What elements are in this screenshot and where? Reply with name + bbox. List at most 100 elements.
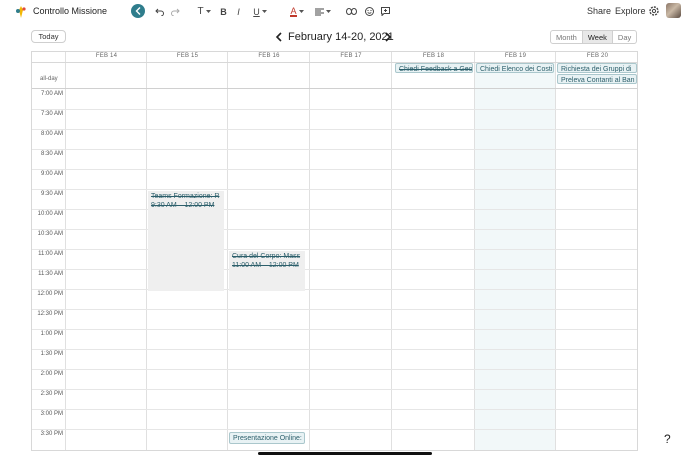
allday-event[interactable]: Chiedi Feedback a Geo <box>395 63 473 73</box>
day-header: FEB 19 <box>504 53 527 59</box>
day-header: FEB 18 <box>422 53 445 59</box>
grid-line <box>309 52 310 450</box>
avatar[interactable] <box>666 3 681 18</box>
time-label: 9:30 AM <box>40 191 63 197</box>
document-title[interactable]: Controllo Missione <box>33 6 107 16</box>
time-label: 11:30 AM <box>38 271 63 277</box>
grid-line <box>391 52 392 450</box>
date-range-title: February 14-20, 2021 <box>288 31 394 43</box>
today-button[interactable]: Today <box>31 30 66 43</box>
view-day-button[interactable]: Day <box>611 31 636 43</box>
italic-button[interactable]: I <box>235 5 242 18</box>
explore-button[interactable]: Explore <box>615 6 646 16</box>
underline-dropdown[interactable]: U <box>251 5 269 18</box>
gear-icon[interactable] <box>648 5 660 17</box>
today-column-highlight <box>475 62 556 450</box>
align-dropdown[interactable] <box>314 5 332 18</box>
chevron-down-icon <box>261 9 267 13</box>
grid-line <box>32 128 637 130</box>
event-title: Cura del Corpo: Mass <box>232 253 301 260</box>
grid-line <box>32 168 637 170</box>
grid-line <box>474 52 475 450</box>
chevron-down-icon <box>298 9 304 13</box>
time-label: 2:00 PM <box>40 371 63 377</box>
time-label: 7:00 AM <box>40 91 63 97</box>
share-button[interactable]: Share <box>587 6 611 16</box>
time-label: 1:30 PM <box>40 351 63 357</box>
day-header: FEB 17 <box>340 53 362 59</box>
calendar-event[interactable]: Presentazione Online: <box>229 432 305 444</box>
time-label: 1:00 PM <box>40 331 63 337</box>
grid-line <box>32 368 637 370</box>
grid-line <box>32 428 637 430</box>
view-month-button[interactable]: Month <box>551 31 582 43</box>
link-icon <box>346 8 357 15</box>
chevron-right-icon[interactable] <box>384 32 392 42</box>
grid-line <box>32 228 637 230</box>
calendar-event[interactable]: Cura del Corpo: Mass 11:00 AM – 12:00 PM <box>229 251 305 291</box>
grid-line <box>32 248 637 250</box>
app-logo-icon <box>16 6 26 18</box>
time-label: 9:00 AM <box>40 171 63 177</box>
grid-line <box>32 388 637 390</box>
event-time: 9:30 AM – 12:00 PM <box>151 202 215 209</box>
event-title: Teams Formazione: R <box>151 193 220 200</box>
grid-line <box>32 268 637 270</box>
grid-line <box>555 52 556 450</box>
redo-button[interactable] <box>170 5 180 18</box>
week-grid: FEB 14 FEB 15 FEB 16 FEB 17 FEB 18 FEB 1… <box>31 51 638 451</box>
comment-button[interactable] <box>380 5 390 18</box>
grid-line <box>32 148 637 150</box>
day-header: FEB 20 <box>586 53 609 59</box>
allday-event[interactable]: Chiedi Elenco dei Costi <box>476 63 554 73</box>
allday-event[interactable]: Richiesta dei Gruppi di <box>557 63 637 73</box>
grid-line <box>32 108 637 110</box>
chevron-left-icon <box>135 7 141 15</box>
undo-icon <box>154 8 164 16</box>
grid-line <box>227 52 228 450</box>
grid-line <box>32 308 637 310</box>
text-color-dropdown[interactable]: A <box>288 5 306 18</box>
view-week-button[interactable]: Week <box>581 31 612 43</box>
chevron-down-icon <box>326 9 331 13</box>
grid-line <box>32 188 637 190</box>
undo-button[interactable] <box>154 5 164 18</box>
collapse-sidebar-button[interactable] <box>131 4 145 18</box>
comment-icon <box>380 7 390 16</box>
grid-line <box>32 288 637 290</box>
time-label: 8:30 AM <box>40 151 63 157</box>
calendar-event[interactable]: Teams Formazione: R 9:30 AM – 12:00 PM <box>148 191 224 291</box>
grid-line <box>146 52 147 450</box>
time-label: 12:30 PM <box>37 311 63 317</box>
help-button[interactable]: ? <box>664 432 671 446</box>
time-label: 8:00 AM <box>40 131 63 137</box>
link-button[interactable] <box>346 5 357 18</box>
grid-line <box>32 408 637 410</box>
time-label: 11:00 AM <box>38 251 63 257</box>
time-label: 12:00 PM <box>37 291 63 297</box>
time-label: 3:30 PM <box>40 431 63 437</box>
day-header: FEB 16 <box>258 53 280 59</box>
bold-button[interactable]: B <box>219 5 228 18</box>
grid-line <box>32 208 637 210</box>
event-time: 11:00 AM – 12:00 PM <box>232 262 299 269</box>
text-style-label: T <box>197 6 204 17</box>
text-style-dropdown[interactable]: T <box>195 5 213 18</box>
grid-line <box>32 328 637 330</box>
chevron-left-icon[interactable] <box>275 32 283 42</box>
redo-icon <box>170 8 180 16</box>
all-day-label: all-day <box>40 76 58 82</box>
time-label: 2:30 PM <box>40 391 63 397</box>
view-switcher: Month Week Day <box>550 30 638 44</box>
grid-line <box>32 348 637 350</box>
allday-event[interactable]: Preleva Contanti al Ban <box>557 74 637 84</box>
text-color-label: A <box>290 5 297 17</box>
day-header: FEB 14 <box>95 53 118 59</box>
top-toolbar: Controllo Missione T B I U A Share Explo… <box>0 0 690 24</box>
smiley-icon <box>364 7 374 16</box>
emoji-button[interactable] <box>364 5 374 18</box>
underline-label: U <box>253 6 260 17</box>
time-label: 3:00 PM <box>40 411 63 417</box>
home-indicator <box>258 452 432 455</box>
align-left-icon <box>315 8 324 15</box>
